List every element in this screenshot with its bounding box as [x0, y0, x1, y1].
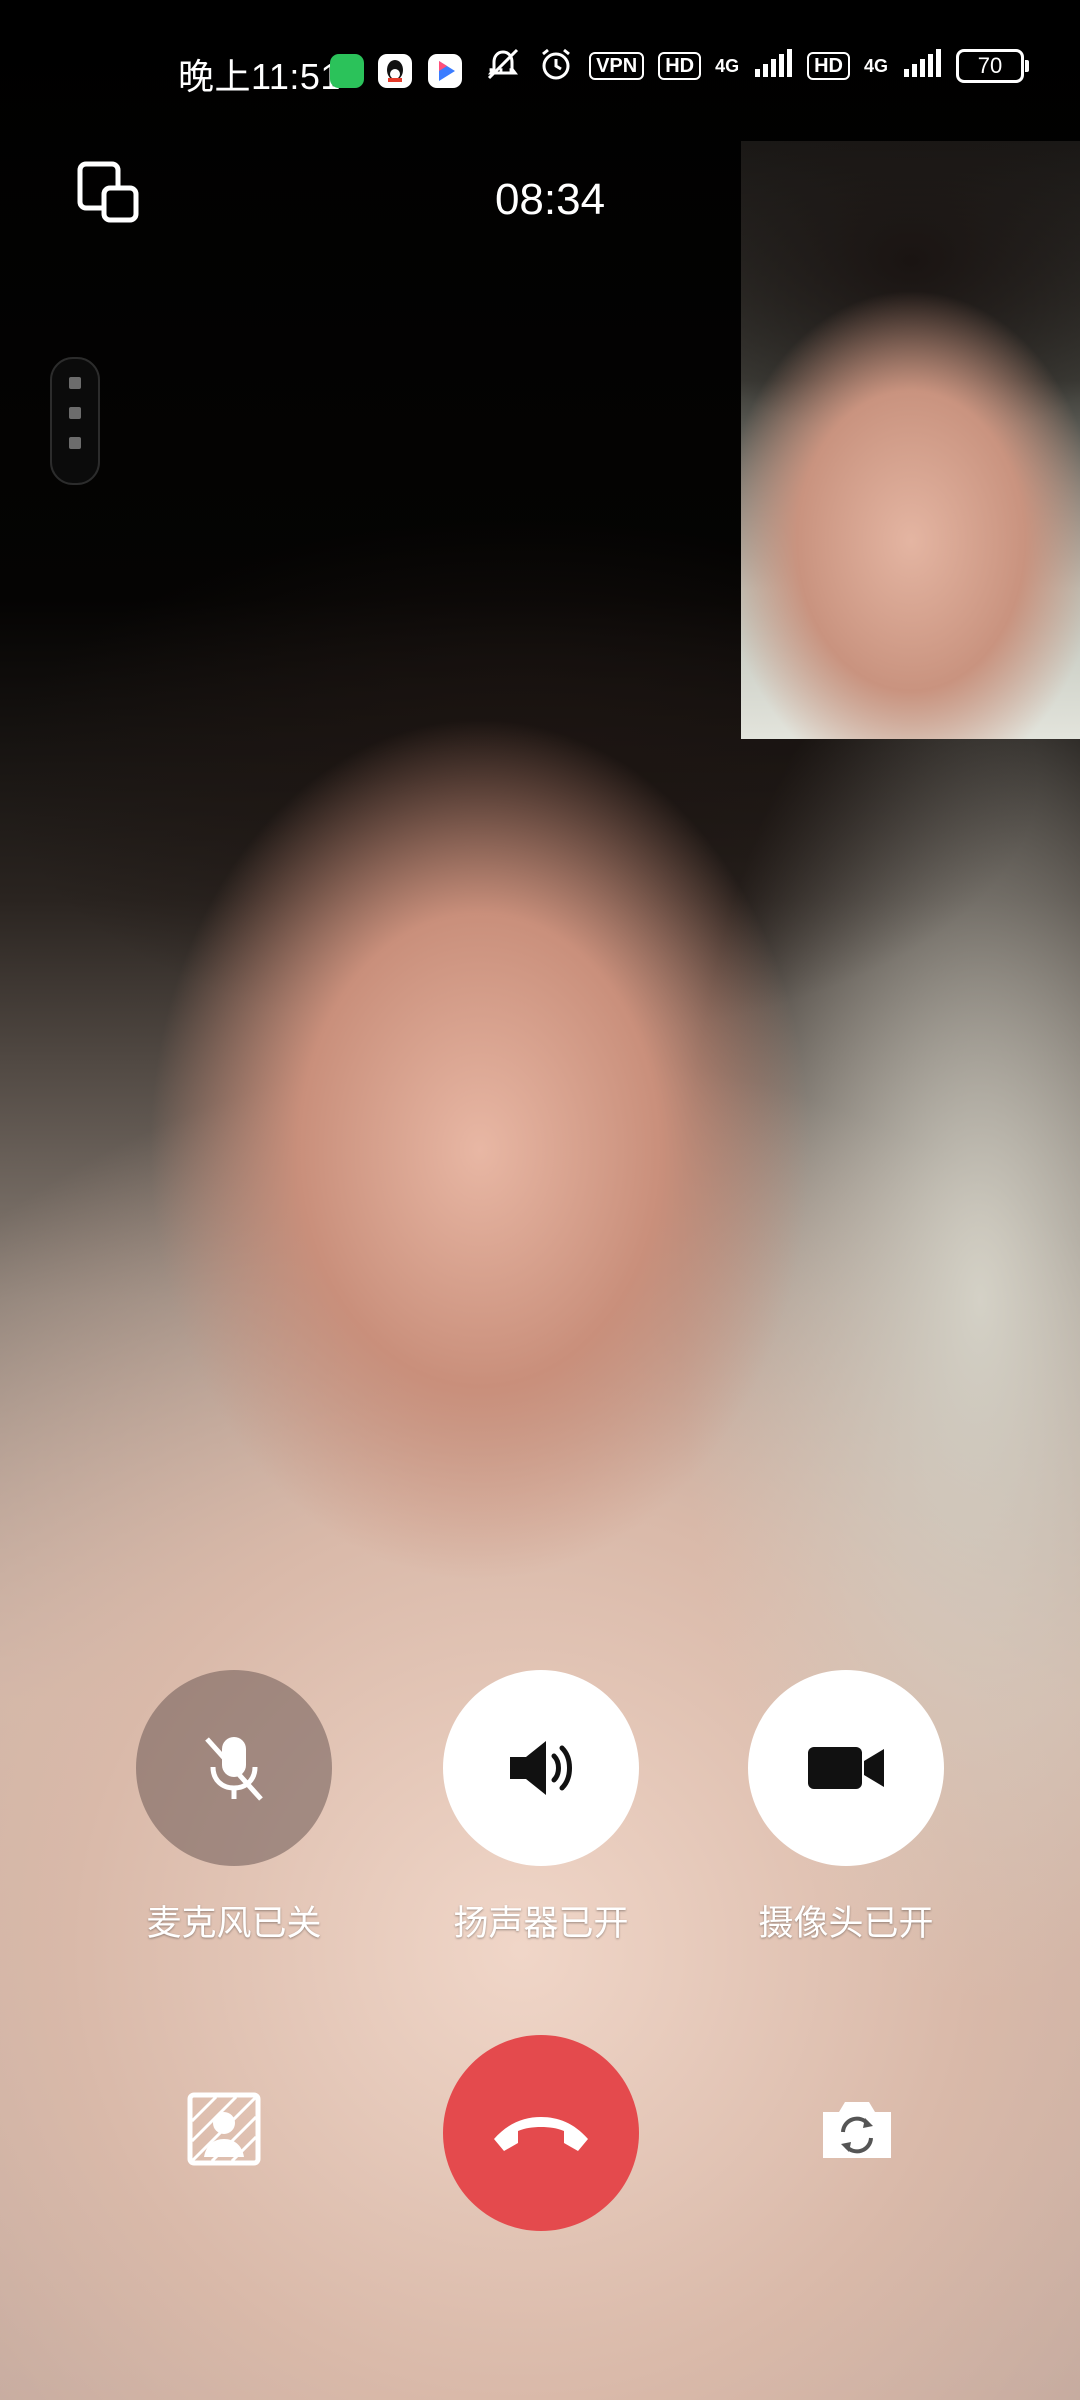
- mute-icon: [483, 44, 523, 89]
- network-type-label: 4G: [715, 55, 740, 76]
- status-time: 晚上11:51: [178, 56, 341, 97]
- speaker-icon: [510, 1741, 572, 1795]
- wechat-icon: [330, 54, 364, 88]
- side-toolbar-icon-3: [69, 437, 81, 449]
- status-right-group: VPN HD 4G HD 4G 70: [483, 44, 1029, 89]
- side-toolbar-icon-1: [69, 377, 81, 389]
- vpn-badge: VPN: [589, 52, 645, 80]
- phone-hangup-icon: [494, 2117, 588, 2151]
- signal-icon-2: [902, 48, 942, 84]
- camera-switch-icon: [823, 2102, 891, 2158]
- alarm-icon: [537, 45, 575, 88]
- speaker-toggle-button[interactable]: [443, 1670, 639, 1866]
- hang-up-button[interactable]: [443, 2035, 639, 2231]
- blur-background-button[interactable]: [179, 2084, 269, 2174]
- hd-badge-2: HD: [807, 52, 850, 80]
- camera-toggle-button[interactable]: [748, 1670, 944, 1866]
- qq-icon: [378, 54, 412, 88]
- hd-badge: HD: [658, 52, 702, 80]
- background-blur-icon: [187, 2092, 261, 2166]
- microphone-toggle-button[interactable]: [136, 1670, 332, 1866]
- switch-camera-button[interactable]: [812, 2084, 902, 2174]
- video-call-screen: 晚上11:51 ··· VPN HD 4G HD 4G 70 08:34 麦克风…: [0, 0, 1080, 2400]
- video-app-icon: [428, 54, 462, 88]
- camera-status-label: 摄像头已开: [758, 1904, 934, 1943]
- network-type-label-2: 4G: [863, 55, 888, 76]
- self-video-preview[interactable]: [741, 141, 1080, 739]
- speaker-status-label: 扬声器已开: [453, 1904, 629, 1943]
- status-bar: 晚上11:51 ··· VPN HD 4G HD 4G 70: [0, 0, 1080, 140]
- signal-icon: [753, 48, 793, 84]
- mic-off-icon: [205, 1737, 263, 1801]
- battery-indicator: 70: [956, 49, 1029, 83]
- video-camera-icon: [808, 1747, 884, 1789]
- side-toolbar-icon-2: [69, 407, 81, 419]
- side-floating-toolbar[interactable]: [50, 357, 100, 485]
- microphone-status-label: 麦克风已关: [146, 1904, 322, 1943]
